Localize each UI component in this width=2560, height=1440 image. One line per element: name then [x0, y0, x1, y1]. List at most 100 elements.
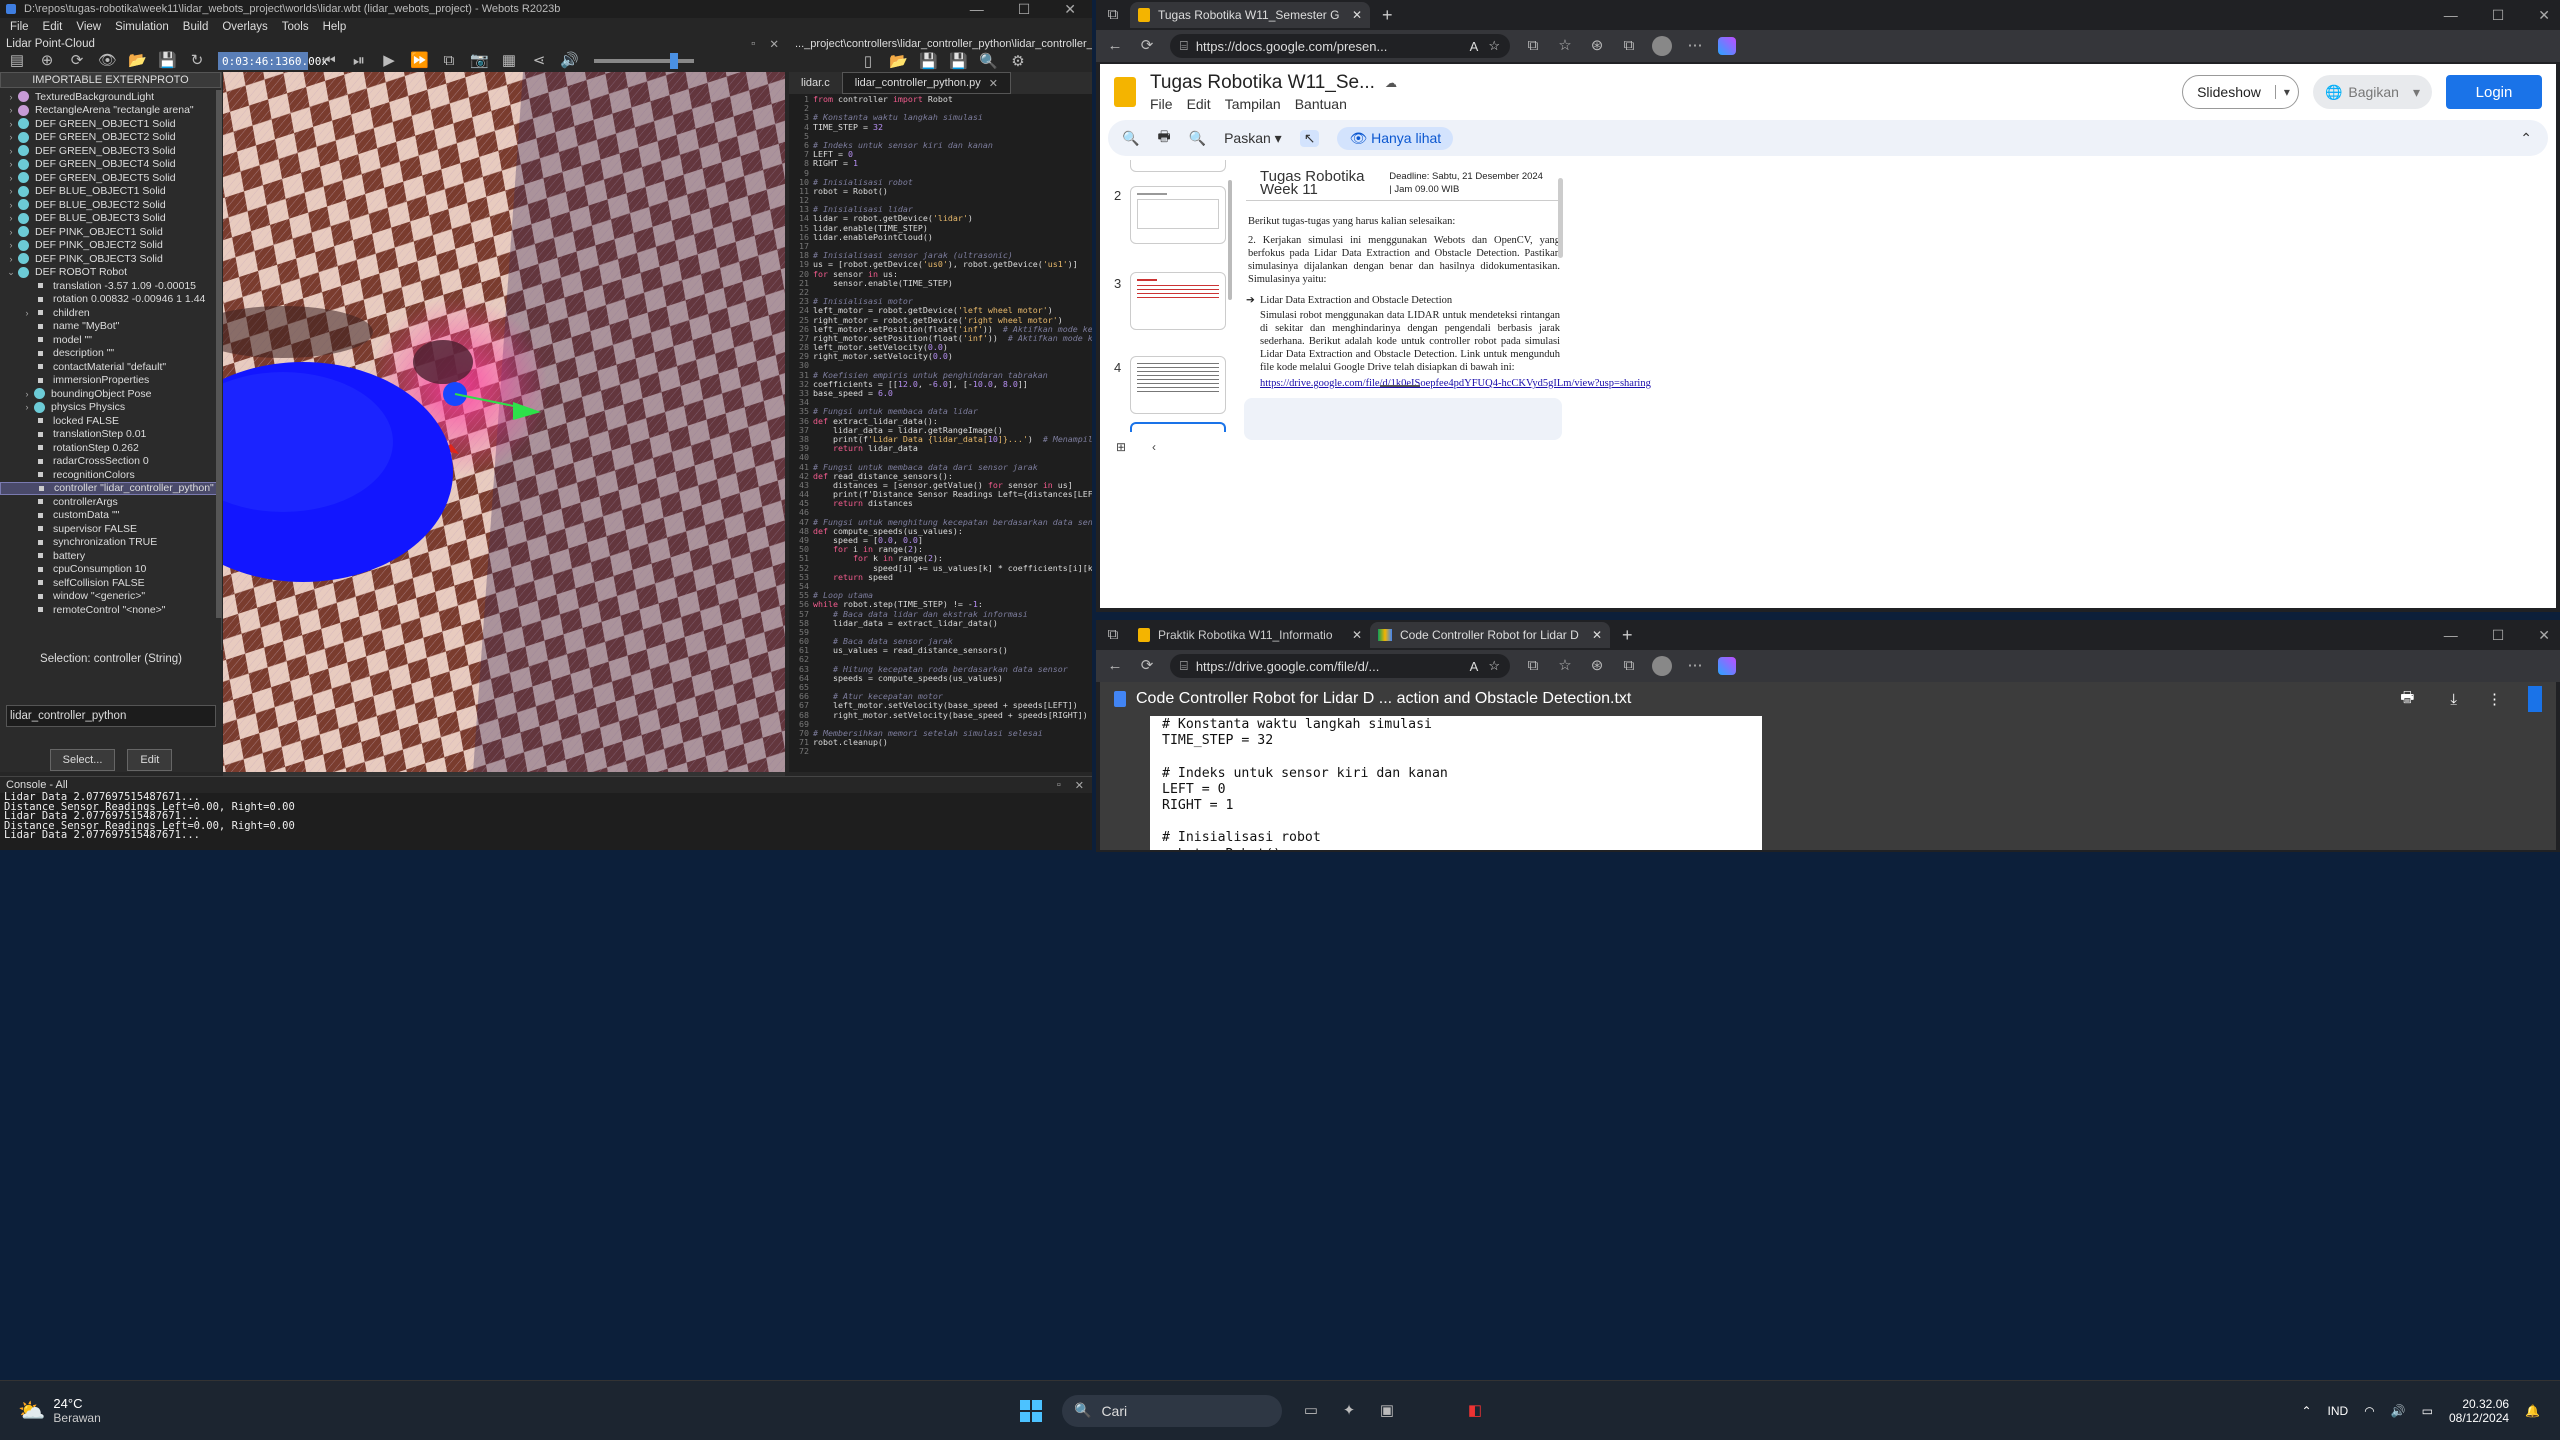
chevron-right-icon[interactable]: › [20, 402, 34, 412]
login-button[interactable]: Login [2446, 75, 2542, 109]
reload-icon[interactable]: ⟳ [68, 52, 86, 70]
build-icon[interactable]: ⚙ [1009, 53, 1027, 71]
scene-tree-item[interactable]: window "<generic>" [0, 590, 221, 604]
slideshow-dropdown-icon[interactable]: ▾ [2274, 85, 2298, 99]
language[interactable]: IND [2328, 1404, 2349, 1418]
maximize-icon[interactable]: ☐ [1018, 1, 1031, 18]
scene-tree-item[interactable]: › DEF BLUE_OBJECT2 Solid [0, 198, 221, 212]
menu-help[interactable]: Help [323, 21, 347, 33]
maximize-icon[interactable]: ☐ [2492, 627, 2505, 644]
controller-field[interactable]: lidar_controller_python [6, 705, 216, 727]
scene-tree-item[interactable]: controller "lidar_controller_python" [0, 481, 221, 495]
read-aloud-icon[interactable]: A [1470, 39, 1479, 54]
minimize-icon[interactable]: — [2444, 7, 2458, 24]
profile-avatar[interactable] [1652, 36, 1672, 56]
close-icon[interactable]: ✕ [1064, 1, 1076, 18]
scene-tree-item[interactable]: model "" [0, 333, 221, 347]
import-proto-button[interactable]: IMPORTABLE EXTERNPROTO [0, 72, 221, 88]
zoom-select[interactable]: Paskan ▾ [1224, 130, 1282, 147]
scene-tree-item[interactable]: supervisor FALSE [0, 522, 221, 536]
scene-tree-item[interactable]: translation -3.57 1.09 -0.00015 [0, 279, 221, 293]
scene-tree-item[interactable]: › DEF GREEN_OBJECT4 Solid [0, 158, 221, 172]
scene-tree-item[interactable]: › DEF GREEN_OBJECT1 Solid [0, 117, 221, 131]
browser-tab-slides[interactable]: Tugas Robotika W11_Semester G ✕ [1130, 2, 1370, 28]
slide-thumbnail[interactable] [1130, 356, 1226, 414]
print-icon[interactable]: 🖶 [1157, 126, 1170, 150]
panel-close-icon[interactable]: ✕ [769, 37, 779, 51]
tray-chevron-icon[interactable]: ⌃ [2301, 1404, 2311, 1418]
weather-widget[interactable]: ⛅ 24°C Berawan [18, 1396, 101, 1425]
scene-tree-item[interactable]: cpuConsumption 10 [0, 563, 221, 577]
scene-tree-item[interactable]: selfCollision FALSE [0, 576, 221, 590]
chevron-right-icon[interactable]: › [4, 132, 18, 142]
slide-thumbnail[interactable] [1130, 272, 1226, 330]
scene-tree-item[interactable]: › DEF BLUE_OBJECT3 Solid [0, 212, 221, 226]
float-icon[interactable]: ▫ [751, 38, 755, 50]
scene-tree-item[interactable]: › DEF GREEN_OBJECT2 Solid [0, 131, 221, 145]
scene-tree-item[interactable]: remoteControl "<none>" [0, 603, 221, 617]
save-as-icon[interactable]: 💾 [949, 53, 968, 71]
menu-build[interactable]: Build [183, 21, 209, 33]
new-file-icon[interactable]: ▯ [859, 53, 877, 71]
chevron-right-icon[interactable]: › [4, 92, 18, 102]
read-aloud-icon[interactable]: A [1470, 659, 1479, 674]
scene-tree-item[interactable]: radarCrossSection 0 [0, 455, 221, 469]
menu-bantuan[interactable]: Bantuan [1295, 96, 1347, 112]
collections-icon[interactable]: ⧉ [1620, 37, 1638, 55]
code-area[interactable]: 1 from controller import Robot 2 3 # Konstan… [789, 94, 1092, 770]
movie-icon[interactable]: ▦ [500, 52, 518, 70]
browser-tab-praktik[interactable]: Praktik Robotika W11_Informatio ✕ [1130, 622, 1370, 648]
reload-icon[interactable]: ⟳ [1138, 37, 1156, 55]
chevron-right-icon[interactable]: › [4, 200, 18, 210]
scene-tree-item[interactable]: controllerArgs [0, 495, 221, 509]
chevron-right-icon[interactable]: › [4, 105, 18, 115]
close-icon[interactable]: ✕ [2538, 627, 2550, 644]
scene-tree-item[interactable]: › RectangleArena "rectangle arena" [0, 104, 221, 118]
edit-button[interactable]: Edit [127, 749, 173, 771]
volume-icon[interactable]: 🔊 [2391, 1404, 2406, 1418]
slide-thumbnail-selected[interactable] [1130, 422, 1226, 432]
wifi-icon[interactable]: ◠ [2364, 1404, 2374, 1418]
scene-tree-item[interactable]: contactMaterial "default" [0, 360, 221, 374]
scene-tree-item[interactable]: › DEF GREEN_OBJECT5 Solid [0, 171, 221, 185]
extension-icon[interactable]: ⊛ [1588, 37, 1606, 55]
volume-slider[interactable] [594, 53, 694, 69]
tab-controller-py[interactable]: lidar_controller_python.py ✕ [841, 72, 1011, 94]
copilot-app-icon[interactable]: ✦ [1340, 1402, 1358, 1420]
tab-actions-icon[interactable]: ⧉ [1104, 626, 1122, 644]
extensions-icon[interactable]: ⧉ [1524, 657, 1542, 675]
scene-tree-item[interactable]: rotation 0.00832 -0.00946 1 1.44 [0, 293, 221, 307]
3d-viewport[interactable] [223, 72, 785, 772]
menu-edit[interactable]: Edit [1187, 96, 1211, 112]
zoom-icon[interactable]: 🔍 [1189, 130, 1206, 147]
site-info-icon[interactable]: ⌸ [1180, 658, 1188, 674]
scene-tree-item[interactable]: ⌄ DEF ROBOT Robot [0, 266, 221, 280]
filmstrip-scroll[interactable] [1228, 180, 1232, 300]
menu-dots-icon[interactable]: ⋯ [1686, 657, 1704, 675]
menu-overlays[interactable]: Overlays [222, 21, 267, 33]
extensions-icon[interactable]: ⧉ [1524, 37, 1542, 55]
scene-tree-item[interactable]: › physics Physics [0, 401, 221, 415]
start-icon[interactable] [1020, 1399, 1042, 1422]
chevron-right-icon[interactable]: › [4, 240, 18, 250]
fast-forward-icon[interactable]: ⏩ [410, 52, 429, 70]
view-only-button[interactable]: 👁 Hanya lihat [1337, 126, 1454, 150]
extension-icon[interactable]: ⊛ [1588, 657, 1606, 675]
screenshot-icon[interactable]: 📷 [470, 52, 489, 70]
collapse-icon[interactable]: ⌃ [2520, 130, 2532, 147]
scene-tree-item[interactable]: customData "" [0, 509, 221, 523]
chevron-right-icon[interactable]: › [20, 308, 34, 318]
collapse-filmstrip-icon[interactable]: ‹ [1152, 440, 1156, 454]
chevron-right-icon[interactable]: › [4, 146, 18, 156]
share-button[interactable]: 🌐 Bagikan ▾ [2312, 75, 2432, 109]
step-icon[interactable]: ⏯ [350, 52, 368, 70]
task-view-icon[interactable]: ▭ [1302, 1402, 1320, 1420]
menu-file[interactable]: File [1150, 96, 1173, 112]
chevron-right-icon[interactable]: › [4, 227, 18, 237]
menu-dots-icon[interactable]: ⋯ [1686, 37, 1704, 55]
find-icon[interactable]: 🔍 [979, 53, 998, 71]
scene-tree-item[interactable]: battery [0, 549, 221, 563]
maximize-icon[interactable]: ☐ [2492, 7, 2505, 24]
add-node-icon[interactable]: ⊕ [38, 52, 56, 70]
scene-tree-item[interactable]: › DEF GREEN_OBJECT3 Solid [0, 144, 221, 158]
